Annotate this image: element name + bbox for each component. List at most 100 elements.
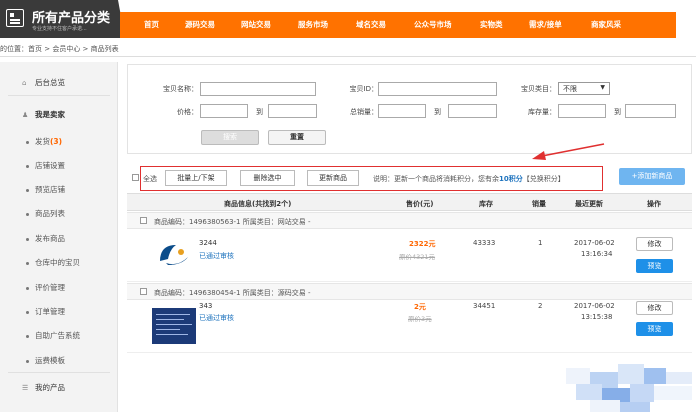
- row-checkbox[interactable]: [140, 217, 147, 224]
- bullet-icon: [26, 140, 29, 144]
- preview-button[interactable]: 预览: [636, 322, 673, 336]
- preview-button[interactable]: 预览: [636, 259, 673, 273]
- sidebar-item-publish[interactable]: 发布商品: [26, 233, 65, 244]
- breadcrumb-divider: [0, 56, 696, 57]
- edit-button[interactable]: 修改: [636, 237, 673, 251]
- nav-wechat-market[interactable]: 公众号市场: [414, 12, 452, 38]
- updated-date: 2017-06-02: [574, 239, 615, 247]
- sales-min-input[interactable]: [378, 104, 426, 118]
- product-sales: 2: [538, 302, 543, 310]
- stock-min-input[interactable]: [558, 104, 606, 118]
- table-header: 商品信息(共找到2个) 售价(元) 库存 销量 最近更新 操作: [127, 193, 692, 211]
- category-select-value: 不限: [563, 85, 577, 93]
- sidebar-seller-group[interactable]: ♟ 我是卖家: [22, 109, 65, 120]
- thumbnail-text-line: [156, 329, 180, 330]
- sidebar-item-shipping-template[interactable]: 运费模板: [26, 355, 65, 366]
- sidebar-item-ship[interactable]: 发货(3): [26, 136, 62, 147]
- price-min-input[interactable]: [200, 104, 248, 118]
- price-max-input[interactable]: [268, 104, 317, 118]
- table-row-group-header: 商品编码：1496380563-1 所属类目：网站交易 -: [127, 212, 692, 229]
- sidebar-dashboard[interactable]: ⌂ 后台总览: [22, 77, 65, 88]
- sidebar-item-preview-shop[interactable]: 预览店铺: [26, 184, 65, 195]
- bullet-icon: [26, 188, 29, 192]
- sidebar-my-products-label: 我的产品: [35, 383, 65, 392]
- batch-shelf-button[interactable]: 批量上/下架: [165, 170, 227, 186]
- original-price: 原价4321元: [399, 253, 436, 261]
- nav-merchants[interactable]: 商家风采: [591, 12, 621, 38]
- search-button[interactable]: 搜索: [201, 130, 259, 145]
- sidebar-item-shop-settings[interactable]: 店铺设置: [26, 160, 65, 171]
- bullet-icon: [26, 286, 29, 290]
- product-name[interactable]: 3244: [199, 239, 217, 247]
- product-price: 2322元: [409, 240, 436, 248]
- category-subtitle: 专业支持不住客户承诺...: [32, 26, 87, 32]
- product-thumbnail[interactable]: [152, 308, 196, 344]
- nav-service-market[interactable]: 服务市场: [298, 12, 328, 38]
- sidebar-item-reviews[interactable]: 评价管理: [26, 282, 65, 293]
- product-stock: 34451: [473, 302, 496, 310]
- user-icon: ♟: [22, 111, 29, 119]
- table-row: 3244 已通过审核 2322元 原价4321元 43333 1 2017-06…: [127, 229, 692, 282]
- sidebar-item-orders[interactable]: 订单管理: [26, 306, 65, 317]
- product-name[interactable]: 343: [199, 302, 212, 310]
- note-prefix: 说明：更新一个商品将消耗积分，您有余: [373, 175, 499, 183]
- category-title: 所有产品分类: [32, 11, 111, 26]
- sidebar-item-label: 店铺设置: [35, 161, 65, 170]
- sidebar-item-warehouse[interactable]: 仓库中的宝贝: [26, 257, 80, 268]
- id-input[interactable]: [378, 82, 497, 96]
- bullet-icon: [26, 261, 29, 265]
- category-label: 宝贝类目：: [521, 85, 556, 93]
- update-products-button[interactable]: 更新商品: [307, 170, 359, 186]
- nav-domain-trade[interactable]: 域名交易: [356, 12, 386, 38]
- delete-selected-button[interactable]: 删除选中: [240, 170, 295, 186]
- add-product-button[interactable]: +添加新商品: [619, 168, 685, 185]
- bullet-icon: [26, 310, 29, 314]
- product-price: 2元: [414, 303, 426, 311]
- sidebar-seller-label: 我是卖家: [35, 110, 65, 119]
- nav-source-trade[interactable]: 源码交易: [185, 12, 215, 38]
- sidebar-my-products[interactable]: ☰ 我的产品: [22, 382, 65, 393]
- thumbnail-text-line: [156, 314, 190, 315]
- sidebar: ⌂ 后台总览 ♟ 我是卖家 发货(3) 店铺设置 预览店铺 商品列表 发布商品 仓库…: [0, 62, 118, 412]
- sidebar-item-product-list[interactable]: 商品列表: [26, 208, 65, 219]
- category-select[interactable]: 不限 ▼: [558, 82, 610, 95]
- dropdown-arrow-icon: ▼: [600, 84, 605, 91]
- top-bar: 所有产品分类 专业支持不住客户承诺... 首页 源码交易 网站交易 服务市场 域…: [0, 0, 696, 38]
- product-thumbnail[interactable]: [152, 237, 196, 273]
- points-value: 10积分: [499, 175, 523, 183]
- sidebar-item-label: 评价管理: [35, 283, 65, 292]
- row-checkbox[interactable]: [140, 288, 147, 295]
- reset-button[interactable]: 重置: [268, 130, 326, 145]
- id-label: 宝贝ID：: [349, 85, 378, 93]
- main-nav: 首页 源码交易 网站交易 服务市场 域名交易 公众号市场 实物类 需求/接单 商…: [120, 12, 676, 38]
- table-row: 343 已通过审核 2元 原价3元 34451 2 2017-06-02 13:…: [127, 300, 692, 353]
- sales-max-input[interactable]: [448, 104, 497, 118]
- nav-demand-orders[interactable]: 需求/接单: [529, 12, 562, 38]
- select-all-checkbox[interactable]: [132, 174, 139, 181]
- sidebar-item-label: 订单管理: [35, 307, 65, 316]
- sidebar-item-ads[interactable]: 自助广告系统: [26, 330, 80, 341]
- breadcrumb: 的位置：首页 > 会员中心 > 商品列表: [0, 45, 119, 53]
- product-sales: 1: [538, 239, 543, 247]
- sidebar-item-label: 发货: [35, 137, 50, 146]
- stock-max-input[interactable]: [625, 104, 676, 118]
- sidebar-dashboard-label: 后台总览: [35, 78, 65, 87]
- nav-site-trade[interactable]: 网站交易: [241, 12, 271, 38]
- nav-home[interactable]: 首页: [144, 12, 159, 38]
- home-icon: ⌂: [22, 79, 27, 87]
- name-input[interactable]: [200, 82, 316, 96]
- redeem-points-link[interactable]: 【兑换积分】: [523, 175, 565, 183]
- bullet-icon: [26, 212, 29, 216]
- thumbnail-text-line: [156, 334, 188, 335]
- col-stock: 库存: [479, 200, 493, 208]
- stock-to-label: 到: [614, 108, 621, 116]
- updated-time: 13:15:38: [581, 313, 613, 321]
- updated-date: 2017-06-02: [574, 302, 615, 310]
- thumbnail-text-line: [156, 319, 184, 320]
- bullet-icon: [26, 334, 29, 338]
- nav-physical[interactable]: 实物类: [480, 12, 503, 38]
- sidebar-item-label: 自助广告系统: [35, 331, 80, 340]
- sidebar-item-label: 预览店铺: [35, 185, 65, 194]
- category-logo-block[interactable]: 所有产品分类 专业支持不住客户承诺...: [0, 0, 125, 38]
- edit-button[interactable]: 修改: [636, 301, 673, 315]
